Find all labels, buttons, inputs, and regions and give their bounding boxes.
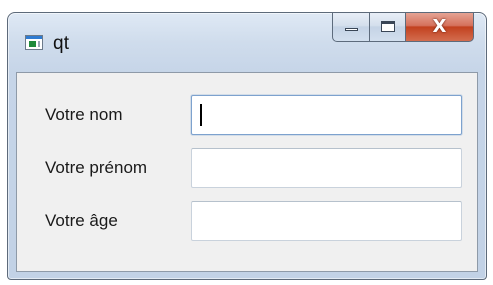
maximize-button[interactable] — [370, 13, 406, 42]
title-bar[interactable]: qt X — [8, 13, 486, 69]
minimize-icon — [345, 28, 358, 31]
maximize-icon — [381, 21, 395, 32]
close-button[interactable]: X — [406, 13, 474, 42]
row-age: Votre âge — [17, 201, 477, 241]
window-title: qt — [53, 33, 70, 54]
form-panel: Votre nom Votre prénom Votre âge — [16, 72, 478, 272]
prenom-input[interactable] — [191, 148, 462, 188]
row-prenom: Votre prénom — [17, 148, 477, 188]
close-icon: X — [432, 16, 447, 37]
caption-buttons: X — [332, 13, 474, 42]
text-caret — [200, 104, 202, 126]
nom-input[interactable] — [191, 95, 462, 135]
app-window-icon[interactable] — [25, 35, 43, 50]
label-nom: Votre nom — [45, 105, 123, 124]
minimize-button[interactable] — [332, 13, 370, 42]
row-nom: Votre nom — [17, 95, 477, 135]
label-prenom: Votre prénom — [45, 158, 148, 177]
label-age: Votre âge — [45, 211, 118, 230]
main-window: qt X Votre nom Votre prénom Votre âge — [7, 12, 487, 280]
age-input[interactable] — [191, 201, 462, 241]
